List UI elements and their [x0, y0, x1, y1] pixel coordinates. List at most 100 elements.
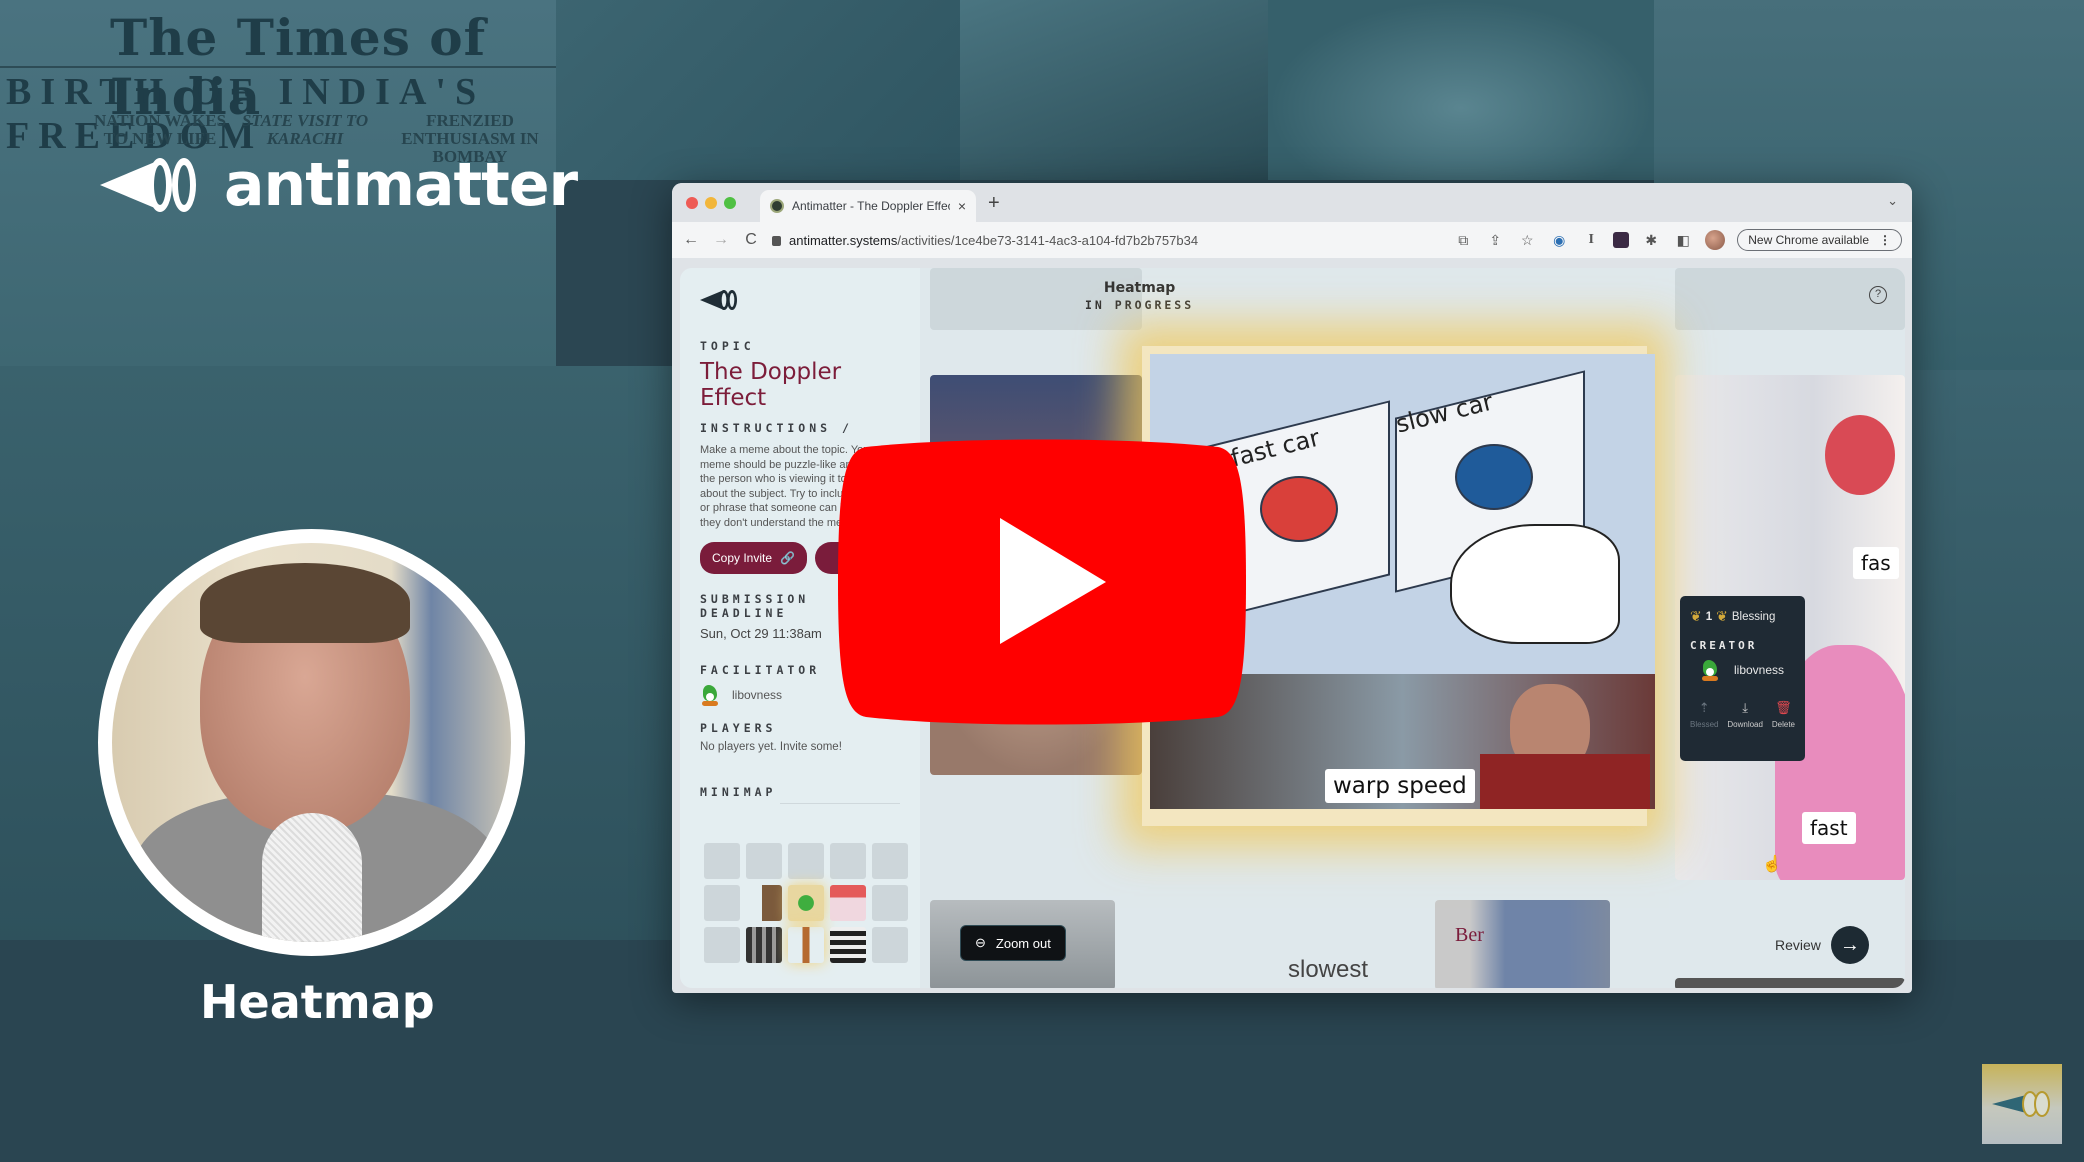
youtube-play-button[interactable]: [836, 437, 1248, 727]
page-header: Heatmap IN PROGRESS: [1085, 280, 1194, 312]
blessing-label: Blessing: [1731, 610, 1776, 623]
minimap-cell[interactable]: [872, 927, 908, 963]
brand-logo: antimatter: [100, 150, 578, 220]
tab-title: Antimatter - The Doppler Effect: [792, 199, 950, 213]
players-empty-text: No players yet. Invite some!: [700, 741, 842, 753]
presenter-webcam: [98, 529, 525, 956]
channel-watermark[interactable]: [1982, 1064, 2062, 1144]
meme-caption: fas: [1853, 547, 1899, 579]
password-extension-icon[interactable]: ◉: [1549, 232, 1569, 249]
meme-caption: fast: [1802, 812, 1856, 844]
instructions-label: INSTRUCTIONS /: [700, 421, 900, 435]
hand-cursor-icon: ☝: [1762, 856, 1782, 873]
minimap-cell-meme[interactable]: [830, 927, 866, 963]
bless-icon: ⇡: [1698, 700, 1710, 715]
blessed-button[interactable]: ⇡ Blessed: [1690, 700, 1718, 729]
divider: [780, 803, 900, 804]
link-icon: 🔗: [780, 551, 795, 565]
instructions-label-text: INSTRUCTIONS: [700, 421, 832, 435]
minimap-cell-meme[interactable]: [830, 885, 866, 921]
divider: [0, 66, 556, 68]
trash-icon: 🗑: [1775, 700, 1792, 715]
blessing-count: ❦ 1 ❦ Blessing: [1690, 608, 1795, 625]
antimatter-logo-icon: [100, 158, 196, 212]
background-photo: [556, 0, 960, 180]
heatmap-tile-meme[interactable]: Ber: [1435, 900, 1610, 988]
minimap-cell-meme[interactable]: [746, 927, 782, 963]
yoshi-avatar-icon: [700, 683, 720, 707]
brand-name: antimatter: [224, 150, 578, 220]
help-icon[interactable]: ?: [1869, 286, 1887, 304]
topic-title: The Doppler Effect: [700, 359, 842, 411]
antimatter-logo-icon: [1992, 1091, 2050, 1117]
meme-figure: [1480, 754, 1650, 809]
minimap-cell-meme[interactable]: [788, 927, 824, 963]
browser-tab[interactable]: Antimatter - The Doppler Effect ×: [760, 190, 976, 222]
delete-label: Delete: [1771, 720, 1795, 729]
pointing-hand-icon: [1450, 524, 1620, 644]
chrome-update-label: New Chrome available: [1748, 233, 1869, 247]
review-control[interactable]: Review →: [1775, 926, 1869, 964]
delete-button[interactable]: 🗑 Delete: [1772, 700, 1795, 729]
new-tab-button[interactable]: +: [988, 192, 1000, 215]
background-photo: [1912, 370, 2084, 940]
minimap-cell[interactable]: [704, 885, 740, 921]
minimize-window-button[interactable]: [705, 197, 717, 209]
edit-pencil-icon[interactable]: /: [842, 421, 853, 435]
meme-figure: [1825, 415, 1895, 495]
minimap-cell[interactable]: [704, 927, 740, 963]
status-badge: IN PROGRESS: [1085, 298, 1195, 312]
profile-avatar[interactable]: [1705, 230, 1726, 250]
maximize-window-button[interactable]: [724, 197, 736, 209]
download-label: Download: [1727, 720, 1763, 729]
page-title: Heatmap: [1103, 280, 1176, 296]
zoom-out-button[interactable]: ⊖ Zoom out: [960, 925, 1066, 961]
reload-button[interactable]: C: [742, 231, 760, 249]
copy-invite-button[interactable]: Copy Invite 🔗: [700, 542, 807, 574]
back-button[interactable]: ←: [682, 231, 700, 249]
chrome-update-button[interactable]: New Chrome available ⋮: [1737, 229, 1902, 251]
zoom-out-label: Zoom out: [995, 935, 1051, 951]
presenter-hair: [200, 563, 410, 643]
download-button[interactable]: ⤓ Download: [1727, 700, 1763, 729]
copy-invite-label: Copy Invite: [712, 551, 773, 565]
open-in-external-icon[interactable]: ⧉: [1453, 232, 1473, 249]
heatmap-tile-meme[interactable]: [1675, 978, 1905, 988]
favicon-icon: [770, 199, 784, 213]
yoshi-avatar-icon: [1700, 658, 1720, 682]
minimap-cell[interactable]: [704, 843, 740, 879]
minimap-cell[interactable]: [830, 843, 866, 879]
creator: libovness: [1690, 658, 1795, 682]
extensions-puzzle-icon[interactable]: ✱: [1641, 232, 1661, 249]
minimap-cell-meme[interactable]: [746, 885, 782, 921]
arrow-right-icon[interactable]: →: [1830, 926, 1869, 964]
zoom-out-icon: ⊖: [975, 935, 986, 950]
tab-search-chevron-icon[interactable]: ⌄: [1887, 193, 1898, 209]
antimatter-logo-icon[interactable]: [700, 288, 738, 312]
minimap-cell[interactable]: [746, 843, 782, 879]
side-panel-icon[interactable]: ◧: [1673, 232, 1693, 249]
minimap-cell-meme[interactable]: [788, 885, 824, 921]
minimap-cell[interactable]: [788, 843, 824, 879]
close-window-button[interactable]: [686, 197, 698, 209]
minimap-cell[interactable]: [872, 843, 908, 879]
minimap-label: MINIMAP: [700, 785, 777, 799]
extension-q-icon[interactable]: [1613, 232, 1630, 248]
newspaper-column: NATION WAKES TO NEW LIFE: [93, 111, 227, 148]
forward-button[interactable]: →: [712, 231, 730, 249]
minimap[interactable]: [704, 843, 908, 963]
share-icon[interactable]: ⇪: [1485, 232, 1505, 249]
blessed-label: Blessed: [1690, 720, 1719, 729]
presenter-caption: Heatmap: [200, 975, 435, 1029]
bookmark-star-icon[interactable]: ☆: [1517, 232, 1537, 249]
blessing-number: 1: [1705, 610, 1713, 623]
review-label: Review: [1775, 937, 1821, 953]
creator-label: CREATOR: [1690, 639, 1758, 652]
topic-label: TOPIC: [700, 339, 755, 353]
extension-i-icon[interactable]: I: [1581, 232, 1601, 248]
minimap-cell[interactable]: [872, 885, 908, 921]
laurel-icon: ❦: [1690, 608, 1702, 624]
address-bar[interactable]: antimatter.systems/activities/1ce4be73-3…: [772, 226, 1442, 254]
meme-actions: ⇡ Blessed ⤓ Download 🗑 Delete: [1690, 700, 1795, 729]
close-tab-icon[interactable]: ×: [958, 198, 966, 214]
